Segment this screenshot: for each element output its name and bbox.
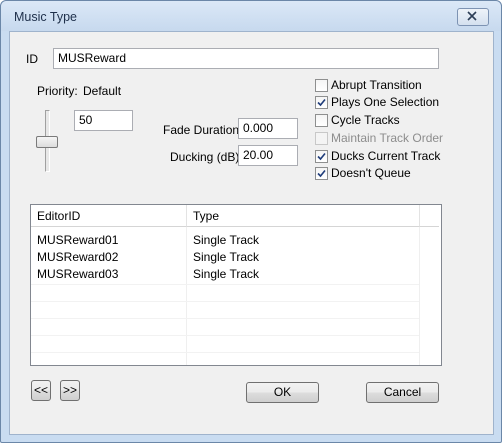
ducking-field[interactable]: 20.00 xyxy=(238,145,298,166)
next-button[interactable]: >> xyxy=(60,380,80,401)
table-row[interactable]: MUSReward02 Single Track xyxy=(31,249,439,266)
plays-one-selection-checkbox[interactable] xyxy=(315,96,328,109)
priority-default-label: Default xyxy=(83,84,122,98)
maintain-track-order-label: Maintain Track Order xyxy=(331,131,444,145)
abrupt-transition-checkbox[interactable] xyxy=(315,79,328,92)
table-row[interactable]: MUSReward01 Single Track xyxy=(31,232,439,249)
ok-button[interactable]: OK xyxy=(246,382,319,403)
row-divider xyxy=(31,301,419,302)
doesnt-queue-label: Doesn't Queue xyxy=(331,166,411,180)
row-divider xyxy=(31,284,419,285)
ducks-current-track-label: Ducks Current Track xyxy=(331,149,441,163)
ducks-current-track-checkbox[interactable] xyxy=(315,150,328,163)
row-editorid: MUSReward02 xyxy=(37,250,119,264)
column-header-type[interactable]: Type xyxy=(187,205,420,227)
row-divider xyxy=(31,318,419,319)
table-row[interactable]: MUSReward03 Single Track xyxy=(31,266,439,283)
title-bar[interactable]: Music Type xyxy=(1,1,501,31)
checkmark-icon xyxy=(317,169,326,178)
dialog-client-area: ID MUSReward Priority: Default 50 Fade D… xyxy=(9,31,494,435)
fade-duration-field[interactable]: 0.000 xyxy=(238,118,298,139)
abrupt-transition-label: Abrupt Transition xyxy=(331,78,422,92)
row-editorid: MUSReward03 xyxy=(37,267,119,281)
previous-button[interactable]: << xyxy=(31,380,51,401)
id-field[interactable]: MUSReward xyxy=(53,48,439,69)
maintain-track-order-checkbox xyxy=(315,132,328,145)
doesnt-queue-checkbox[interactable] xyxy=(315,167,328,180)
cancel-button[interactable]: Cancel xyxy=(366,382,439,403)
row-divider xyxy=(31,335,419,336)
row-editorid: MUSReward01 xyxy=(37,233,119,247)
music-type-dialog: Music Type ID MUSReward Priority: Defaul… xyxy=(0,0,502,443)
window-title: Music Type xyxy=(14,10,77,24)
track-list[interactable]: EditorID Type MUSReward01 Single Track M… xyxy=(30,204,442,366)
cycle-tracks-label: Cycle Tracks xyxy=(331,113,400,127)
column-header-editorid[interactable]: EditorID xyxy=(31,205,187,227)
plays-one-selection-label: Plays One Selection xyxy=(331,95,440,109)
row-type: Single Track xyxy=(193,267,260,281)
close-button[interactable] xyxy=(457,8,489,26)
priority-label: Priority: xyxy=(37,84,78,98)
checkmark-icon xyxy=(317,152,326,161)
close-icon xyxy=(467,11,477,21)
row-type: Single Track xyxy=(193,250,260,264)
row-type: Single Track xyxy=(193,233,260,247)
row-divider xyxy=(31,352,419,353)
ducking-label: Ducking (dB): xyxy=(170,150,243,164)
fade-duration-label: Fade Duration: xyxy=(163,123,243,137)
checkmark-icon xyxy=(317,98,326,107)
cycle-tracks-checkbox[interactable] xyxy=(315,114,328,127)
column-header-filler xyxy=(420,205,439,227)
priority-value-field[interactable]: 50 xyxy=(74,110,133,131)
priority-slider-thumb[interactable] xyxy=(36,136,58,148)
id-label: ID xyxy=(26,52,38,66)
